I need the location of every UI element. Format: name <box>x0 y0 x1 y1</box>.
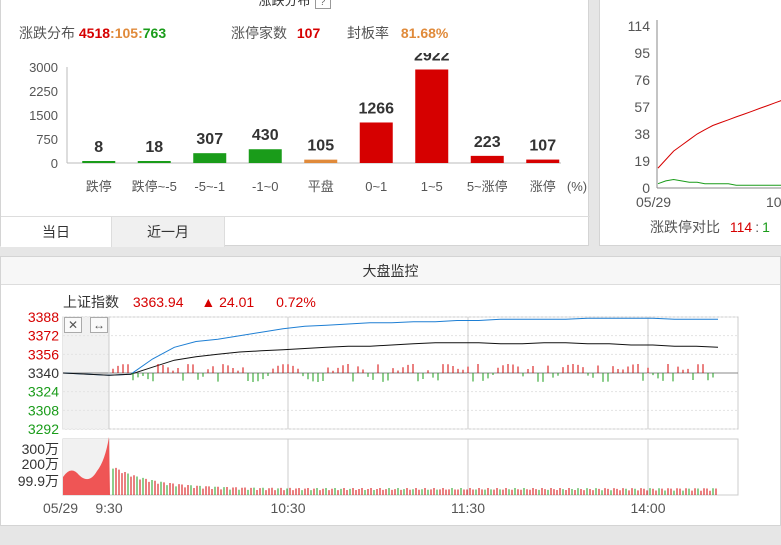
bar <box>82 161 116 163</box>
y-tick-label: 38 <box>634 126 650 142</box>
bar-value-label: 105 <box>307 138 334 155</box>
x-tick-label: 涨停 <box>530 179 556 194</box>
bar-value-label: 18 <box>145 139 163 156</box>
series-line <box>657 178 781 186</box>
y-tick-label: 750 <box>36 132 58 147</box>
y-tick-label: 3340 <box>28 365 59 381</box>
bar <box>248 149 282 163</box>
volume-tick-label: 200万 <box>22 456 59 472</box>
flat-count: 105 <box>114 25 139 41</box>
index-chart: 3388 3372 3356 3340 3324 3308 3292 300万200万99.9… <box>18 309 739 516</box>
bar <box>137 161 171 163</box>
distribution-panel: 涨跌分布? 涨跌分布 4518:105:763 涨停家数 107 封板率 81.… <box>0 0 590 247</box>
up-count: 4518 <box>78 25 111 41</box>
x-tick-label: 05/29 <box>636 194 671 210</box>
x-tick-label: -5~-1 <box>194 179 225 194</box>
x-tick-label: 05/29 <box>43 500 78 516</box>
limit-up-stat: 涨停家数 107 <box>231 25 321 41</box>
index-change-pct: 0.72% <box>276 294 316 310</box>
bar <box>415 69 449 163</box>
index-series-line <box>62 317 718 376</box>
market-header: 大盘监控 <box>1 257 780 285</box>
index-series-line <box>62 342 719 376</box>
y-tick-label: 3308 <box>28 402 59 418</box>
y-tick-label: 76 <box>634 72 650 88</box>
bar <box>526 159 560 163</box>
y-tick-label: 3356 <box>28 346 59 362</box>
index-name: 上证指数 <box>63 294 119 310</box>
y-tick-label: 3372 <box>28 328 59 344</box>
y-tick-label: 1500 <box>29 108 58 123</box>
ratio-legend: 涨跌停对比 114:1 <box>650 219 770 235</box>
x-tick-label: 平盘 <box>308 179 334 194</box>
x-tick-label: 5~涨停 <box>467 179 508 194</box>
x-tick-label: 跌停 <box>86 179 112 194</box>
expand-icon[interactable]: ↔ <box>90 317 108 333</box>
x-axis-unit: (%) <box>567 179 587 194</box>
x-tick-label: 1~5 <box>421 179 443 194</box>
y-tick-label: 19 <box>634 153 650 169</box>
distribution-bar-chart: 3000 2250 1500 750 0 8 跌停 18 跌停~-5 307 -5~-1 430 -1~… <box>29 53 587 194</box>
x-tick-label: 9:30 <box>95 500 122 516</box>
seal-rate: 81.68% <box>400 25 449 41</box>
close-icon[interactable]: ✕ <box>64 317 82 333</box>
index-change: 24.01 <box>219 294 255 310</box>
bar-value-label: 307 <box>196 131 223 148</box>
y-tick-label: 3292 <box>28 421 59 437</box>
bar-value-label: 1266 <box>358 100 394 117</box>
bar-value-label: 430 <box>252 127 279 144</box>
y-tick-label: 0 <box>51 156 58 171</box>
x-tick-label: 11:30 <box>451 500 485 516</box>
x-tick-label: 跌停~-5 <box>132 179 177 194</box>
x-tick-label: 0~1 <box>365 179 387 194</box>
distribution-title: 涨跌分布? <box>1 0 588 9</box>
y-tick-label: 114 <box>628 18 651 34</box>
bar-value-label: 223 <box>474 134 501 151</box>
y-tick-label: 3324 <box>28 384 59 400</box>
y-tick-label: 2250 <box>29 84 58 99</box>
period-tabs: 当日 近一月 <box>1 216 590 247</box>
tab-today[interactable]: 当日 <box>1 217 111 247</box>
bar <box>304 159 338 163</box>
bar <box>193 153 227 163</box>
series-line <box>657 100 781 169</box>
up-arrow-icon: ▲ <box>201 294 216 310</box>
limit-ratio-chart: 1149576573819005/29 10 <box>628 18 781 210</box>
up-down-stat: 涨跌分布 4518:105:763 <box>19 25 167 41</box>
help-icon[interactable]: ? <box>314 0 331 9</box>
x-tick-label: 10:30 <box>270 500 305 516</box>
seal-rate-stat: 封板率 81.68% <box>347 25 449 41</box>
bar-value-label: 8 <box>94 139 103 156</box>
x-tick-label: -1~0 <box>252 179 278 194</box>
limit-ratio-panel: 114 95 76 57 38 19 0 05/29 10 涨跌停对比 114:1 <box>599 0 781 246</box>
bar <box>470 155 504 163</box>
bar-value-label: 107 <box>529 138 556 155</box>
tab-month[interactable]: 近一月 <box>111 217 225 247</box>
bar <box>359 122 393 163</box>
y-tick-label: 57 <box>634 99 650 115</box>
y-tick-label: 3000 <box>29 60 58 75</box>
bar-value-label: 2922 <box>414 53 450 64</box>
x-tick-label: 14:00 <box>630 500 665 516</box>
index-value: 3363.94 <box>132 294 184 310</box>
market-monitor-panel: 大盘监控 上证指数 3363.94 ▲ 24.01 0.72% 3388 3372… <box>0 256 781 526</box>
volume-tick-label: 300万 <box>22 441 59 457</box>
y-tick-label: 95 <box>634 45 650 61</box>
volume-tick-label: 99.9万 <box>18 473 59 489</box>
x-tick-label: 10 <box>766 194 781 210</box>
y-tick-label: 3388 <box>28 309 59 325</box>
down-count: 763 <box>142 25 167 41</box>
limit-up-count: 107 <box>296 25 321 41</box>
